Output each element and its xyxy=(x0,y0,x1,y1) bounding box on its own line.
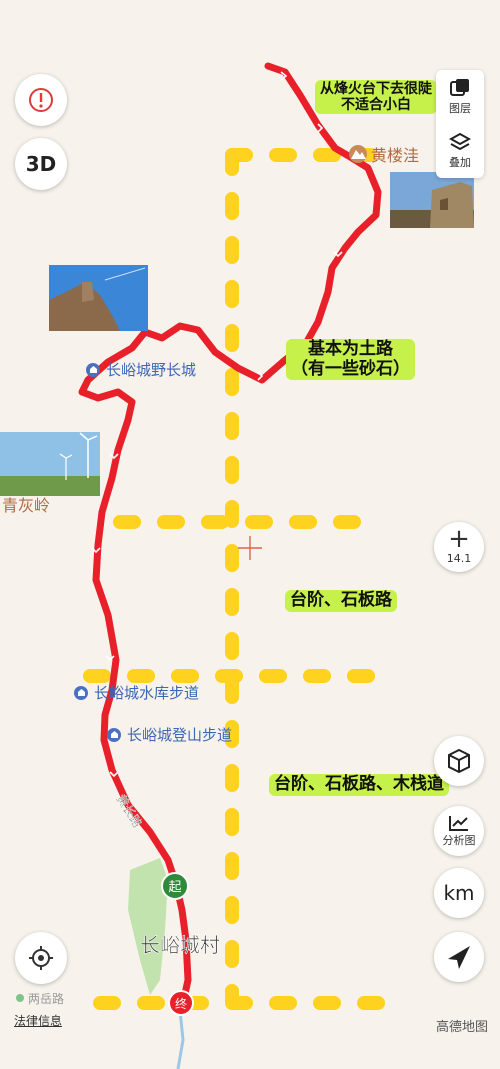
photo-great-wall xyxy=(49,265,148,331)
overlay-button[interactable]: 叠加 xyxy=(436,124,484,178)
zoom-button[interactable]: + 14.1 xyxy=(434,522,484,572)
km-button[interactable]: km xyxy=(434,868,484,918)
analysis-button[interactable]: 分析图 xyxy=(434,806,484,856)
callout-line: 台阶、石板路、木栈道 xyxy=(274,774,444,794)
poi-label: 长峪城水库步道 xyxy=(94,684,200,702)
cube-icon xyxy=(448,748,470,774)
svg-text:终: 终 xyxy=(175,996,187,1011)
zoom-level: 14.1 xyxy=(446,552,472,565)
road-pin-icon xyxy=(16,994,24,1002)
callout-line: 从烽火台下去很陡 xyxy=(320,81,432,97)
place-huanglouwa: 黄楼洼 xyxy=(371,146,419,165)
layers-label: 图层 xyxy=(449,102,471,115)
legal-info-link[interactable]: 法律信息 xyxy=(14,1012,62,1029)
chart-icon xyxy=(449,816,468,831)
callout-steps: 台阶、石板路 xyxy=(285,590,397,612)
callout-line: 基本为土路 xyxy=(308,339,393,359)
map-canvas[interactable]: 黄长路 黄楼洼 起 终 长峪城村 两岳路 青灰岭 xyxy=(0,0,500,1069)
navigate-button[interactable] xyxy=(434,932,484,982)
poi-label: 长峪城登山步道 xyxy=(127,726,233,744)
three-d-building-button[interactable] xyxy=(434,736,484,786)
scenic-spot-icon xyxy=(86,362,100,377)
poi-reservoir-trail[interactable]: 长峪城水库步道 xyxy=(74,682,199,703)
place-village: 长峪城村 xyxy=(140,933,220,957)
navigation-icon xyxy=(448,946,470,969)
callout-line: （有一些砂石） xyxy=(291,358,410,379)
overlay-icon xyxy=(449,132,471,151)
poi-climbing-trail[interactable]: 长峪城登山步道 xyxy=(107,724,232,745)
poi-label: 长峪城野长城 xyxy=(106,361,197,379)
alert-button[interactable] xyxy=(15,74,67,126)
alert-icon xyxy=(29,88,53,112)
three-d-label: 3D xyxy=(25,152,57,176)
three-d-button[interactable]: 3D xyxy=(15,138,67,190)
callout-line: 台阶、石板路 xyxy=(290,590,392,610)
photo-wind-turbines xyxy=(0,432,100,496)
callout-steep: 从烽火台下去很陡 不适合小白 xyxy=(315,80,437,115)
road-label-liangyu: 两岳路 xyxy=(28,991,64,1006)
callout-steps-boardwalk: 台阶、石板路、木栈道 xyxy=(269,774,449,796)
locate-button[interactable] xyxy=(15,932,67,984)
callout-dirt-road: 基本为土路 （有一些砂石） xyxy=(286,339,415,381)
analysis-label: 分析图 xyxy=(442,834,476,847)
svg-text:起: 起 xyxy=(168,880,181,895)
scenic-spot-icon xyxy=(107,727,121,742)
scenic-spot-icon xyxy=(74,685,88,700)
locate-icon xyxy=(29,946,53,970)
overlay-label: 叠加 xyxy=(449,156,471,169)
photo-watchtower xyxy=(390,172,474,228)
layers-button[interactable]: 图层 xyxy=(436,70,484,124)
poi-wild-wall[interactable]: 长峪城野长城 xyxy=(86,359,196,380)
callout-line: 不适合小白 xyxy=(341,97,411,114)
km-label: km xyxy=(443,881,475,905)
end-marker: 终 xyxy=(168,990,194,1016)
place-qinghuiling: 青灰岭 xyxy=(2,496,50,515)
layer-panel: 图层 叠加 xyxy=(436,70,484,178)
layers-icon xyxy=(450,79,469,96)
zoom-plus-icon: + xyxy=(448,524,470,554)
start-marker: 起 xyxy=(161,872,189,900)
brand-logo: 高德地图 xyxy=(436,1020,489,1035)
